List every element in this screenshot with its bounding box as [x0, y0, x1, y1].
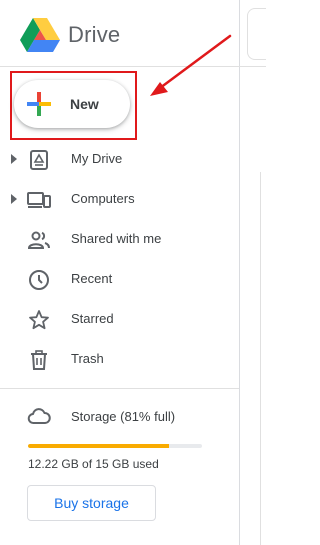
sidebar-item-starred[interactable]: Starred	[0, 301, 239, 337]
people-icon	[27, 231, 50, 249]
plus-icon	[27, 92, 51, 116]
sidebar-item-my-drive[interactable]: My Drive	[0, 141, 239, 177]
sidebar-item-label: Recent	[71, 271, 113, 286]
sidebar-item-trash[interactable]: Trash	[0, 341, 239, 377]
buy-storage-button[interactable]: Buy storage	[27, 485, 156, 521]
annotation-arrow	[150, 34, 232, 96]
sidebar-item-label: Trash	[71, 351, 104, 366]
drive-folder-icon	[30, 150, 48, 170]
cloud-icon	[27, 408, 51, 424]
sidebar-item-label: My Drive	[71, 151, 123, 166]
drive-logo-icon	[20, 18, 60, 52]
star-icon	[29, 310, 49, 330]
sidebar-item-shared[interactable]: Shared with me	[0, 221, 239, 257]
sidebar-divider	[0, 388, 239, 389]
new-button-label: New	[70, 96, 99, 112]
sidebar-item-computers[interactable]: Computers	[0, 181, 239, 217]
computers-icon	[27, 192, 51, 208]
storage-used-text: 12.22 GB of 15 GB used	[28, 457, 159, 471]
sidebar-item-recent[interactable]: Recent	[0, 261, 239, 297]
clock-icon	[29, 270, 49, 290]
new-button[interactable]: New	[14, 80, 130, 128]
storage-progress-bar	[28, 444, 202, 448]
sidebar-item-label: Shared with me	[71, 231, 162, 246]
storage-label[interactable]: Storage (81% full)	[71, 409, 175, 424]
main-panel-edge	[260, 172, 266, 545]
search-panel-edge	[247, 8, 266, 60]
sidebar-item-label: Computers	[71, 191, 135, 206]
sidebar-item-label: Starred	[71, 311, 114, 326]
storage-progress-fill	[28, 444, 169, 448]
app-brand[interactable]: Drive	[68, 22, 120, 48]
trash-icon	[31, 350, 47, 370]
expand-caret-icon[interactable]	[10, 153, 18, 165]
expand-caret-icon[interactable]	[10, 193, 18, 205]
